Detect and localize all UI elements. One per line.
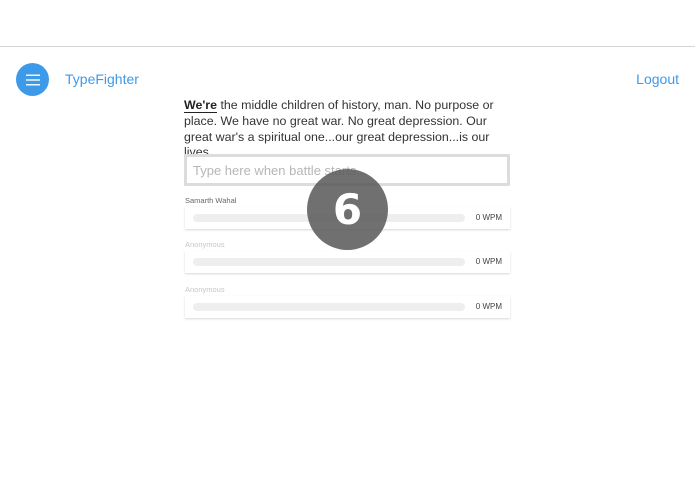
current-word: We're bbox=[184, 98, 218, 113]
header-divider bbox=[0, 46, 695, 47]
player-name: Samarth Wahal bbox=[185, 196, 237, 205]
page: TypeFighter Logout We're the middle chil… bbox=[0, 0, 695, 494]
progress-track bbox=[193, 258, 465, 266]
hamburger-icon bbox=[25, 74, 40, 85]
player-progress-card: 0 WPM bbox=[185, 296, 510, 318]
wpm-readout: 0 WPM bbox=[475, 213, 502, 222]
race-passage: We're the middle children of history, ma… bbox=[184, 98, 514, 161]
player-name: Anonymous bbox=[185, 285, 225, 294]
brand-name[interactable]: TypeFighter bbox=[65, 71, 139, 87]
player-progress-card: 0 WPM bbox=[185, 251, 510, 273]
passage-text: the middle children of history, man. No … bbox=[184, 98, 494, 160]
countdown-number: 6 bbox=[332, 185, 363, 234]
logout-link[interactable]: Logout bbox=[636, 71, 679, 87]
wpm-readout: 0 WPM bbox=[475, 257, 502, 266]
menu-button[interactable] bbox=[16, 63, 49, 96]
countdown-overlay: 6 bbox=[307, 169, 388, 250]
progress-track bbox=[193, 303, 465, 311]
player-name: Anonymous bbox=[185, 240, 225, 249]
wpm-readout: 0 WPM bbox=[475, 302, 502, 311]
